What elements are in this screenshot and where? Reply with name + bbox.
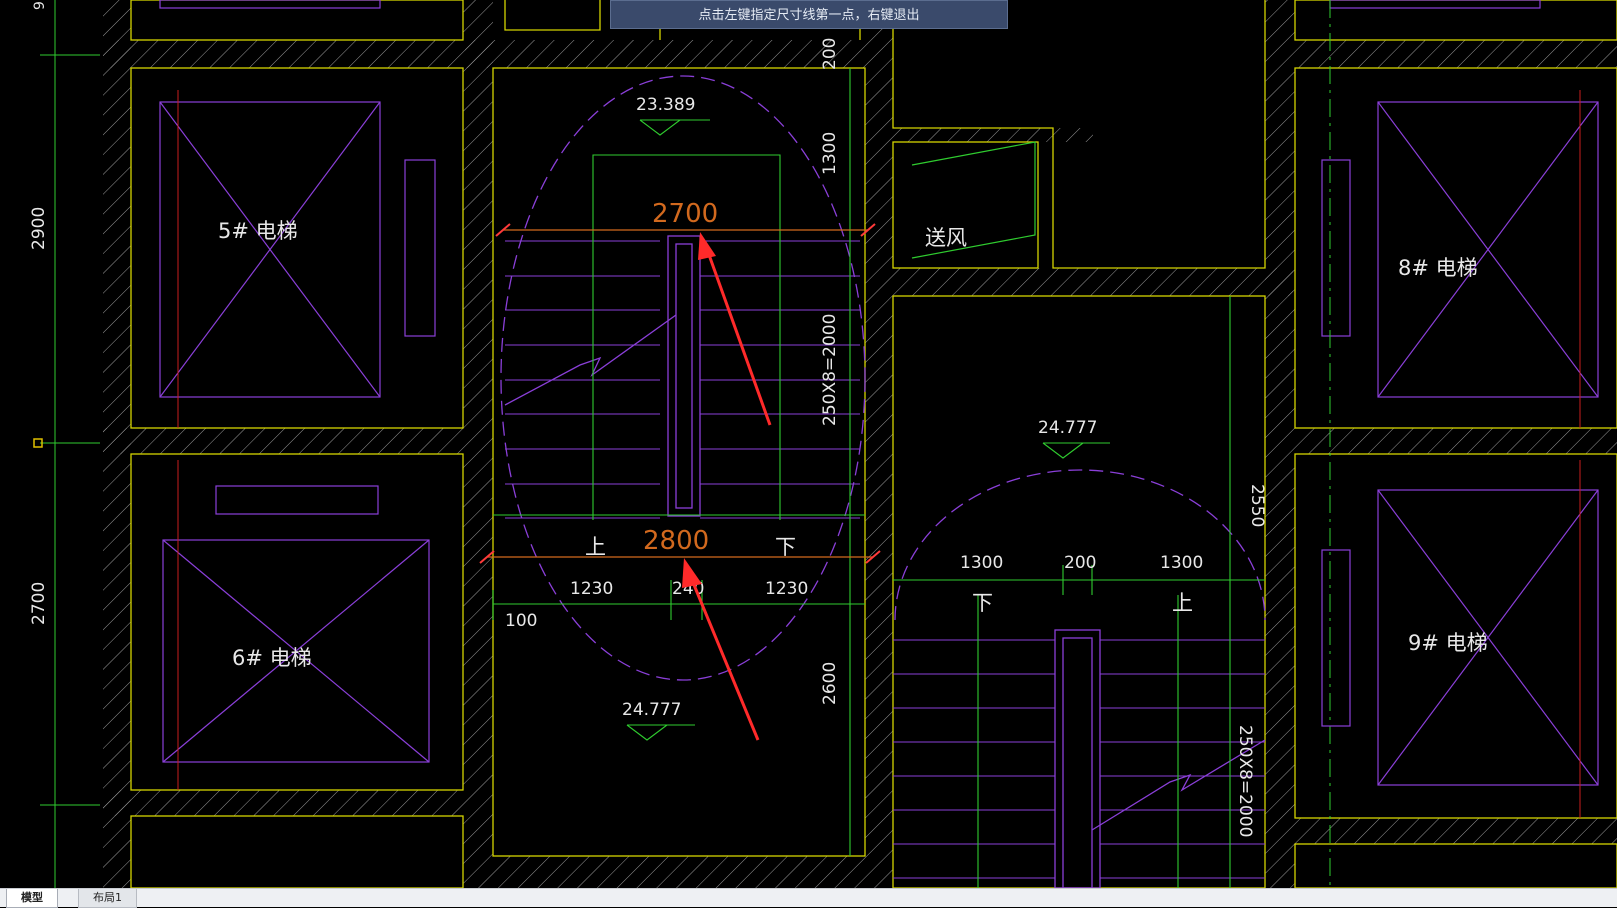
dim-stair1-1230-left: 1230 — [570, 579, 613, 599]
dim-stair1-v-200: 200 — [820, 38, 840, 70]
room-label-elevator-9: 9# 电梯 — [1408, 631, 1488, 655]
command-prompt: 点击左键指定尺寸线第一点，右键退出 — [610, 0, 1008, 29]
stair2-down-label: 下 — [972, 591, 993, 615]
dim-left-2900: 2900 — [29, 207, 49, 250]
room-label-elevator-6: 6# 电梯 — [232, 646, 312, 670]
stair-2: 24.777 1300 200 1300 下 上 2550 250X8=2000 — [893, 296, 1267, 888]
annotation-arrows — [682, 232, 772, 741]
stair-1: 23.389 24.777 上 下 1230 240 1230 100 200 … — [492, 38, 866, 856]
dim-measured-2700: 2700 — [652, 199, 718, 229]
dim-stair1-100: 100 — [505, 611, 537, 631]
tab-layout1[interactable]: 布局1 — [78, 889, 137, 908]
dim-stair1-v-2600: 2600 — [820, 662, 840, 705]
elevation-stair2-top: 24.777 — [1038, 418, 1097, 438]
tab-model[interactable]: 模型 — [6, 889, 58, 908]
elevation-stair1-bottom: 24.777 — [622, 700, 681, 720]
room-label-supply-air: 送风 — [925, 226, 967, 250]
stair2-up-label: 上 — [1172, 591, 1193, 615]
dim-stair2-v-steps: 250X8=2000 — [1235, 725, 1255, 837]
dim-measured-2800: 2800 — [643, 526, 709, 556]
dim-stair1-v-1300: 1300 — [820, 132, 840, 175]
left-axis: 2900 2700 9 — [29, 0, 100, 888]
room-label-elevator-8: 8# 电梯 — [1398, 256, 1478, 280]
room-label-elevator-5: 5# 电梯 — [218, 219, 298, 243]
elevation-stair1-top: 23.389 — [636, 95, 695, 115]
stair1-down-label: 下 — [775, 535, 796, 559]
measured-dimension-top[interactable]: 2700 — [495, 199, 876, 237]
dim-stair2-v-2550: 2550 — [1247, 484, 1267, 527]
dim-stair2-1300-left: 1300 — [960, 553, 1003, 573]
measured-dimension-bottom[interactable]: 2800 — [479, 526, 881, 564]
cad-drawing-canvas[interactable]: 2900 2700 9 5# 电梯 6# 电梯 8# 电梯 9# 电梯 送风 2… — [0, 0, 1617, 888]
dim-stair2-200: 200 — [1064, 553, 1096, 573]
elevator-6-shaft — [162, 485, 430, 763]
dim-stair1-1230-right: 1230 — [765, 579, 808, 599]
dim-stair1-v-steps: 250X8=2000 — [820, 314, 840, 426]
dim-left-2700: 2700 — [29, 582, 49, 625]
layout-tab-bar: 模型 布局1 — [0, 888, 1617, 908]
dim-stair2-1300-right: 1300 — [1160, 553, 1203, 573]
stair1-up-label: 上 — [585, 535, 606, 559]
dim-left-edge: 9 — [32, 1, 48, 10]
